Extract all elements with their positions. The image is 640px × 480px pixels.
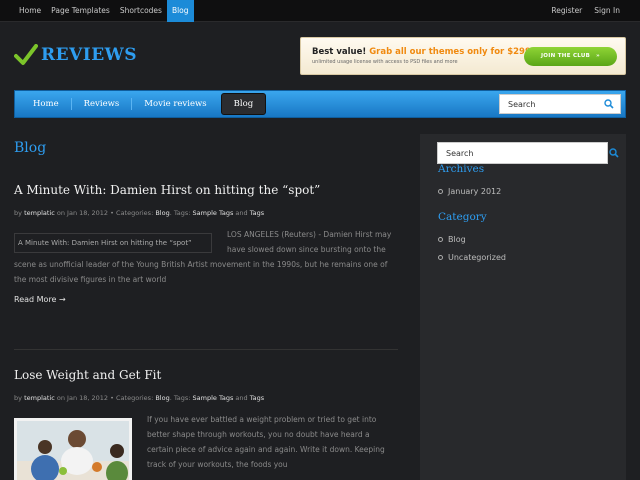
main-nav-items: Home Reviews Movie reviews Blog	[21, 91, 267, 117]
promo-headline: Best value! Grab all our themes only for…	[312, 47, 531, 57]
post-thumbnail-image[interactable]	[14, 418, 132, 480]
main-nav: Home Reviews Movie reviews Blog Search	[14, 90, 626, 118]
post-meta: by templatic on Jan 18, 2012 • Categorie…	[14, 394, 398, 402]
search-icon[interactable]	[604, 99, 614, 109]
main-nav-reviews[interactable]: Reviews	[72, 98, 133, 110]
post-meta-and: and	[235, 209, 248, 217]
promo-subline: unlimited usage license with access to P…	[312, 59, 458, 65]
read-more-link[interactable]: Read More →	[14, 295, 398, 304]
category-link-label: Blog	[448, 235, 466, 244]
top-nav-page-templates[interactable]: Page Templates	[46, 0, 115, 22]
post-excerpt-text: If you have ever battled a weight proble…	[147, 415, 385, 469]
promo-banner[interactable]: Best value! Grab all our themes only for…	[300, 37, 626, 75]
account-links: Register Sign In	[545, 0, 626, 22]
sidebar-search-placeholder: Search	[446, 149, 474, 158]
post-tag-link[interactable]: Tags	[250, 209, 264, 217]
family-photo	[17, 421, 129, 480]
post-author-link[interactable]: templatic	[24, 209, 55, 217]
top-bar: Home Page Templates Shortcodes Blog Regi…	[0, 0, 640, 22]
archive-link[interactable]: January 2012	[438, 187, 501, 196]
post-article: Lose Weight and Get Fit by templatic on …	[14, 368, 398, 480]
category-link[interactable]: Blog	[438, 235, 466, 244]
post-meta-tags-label: . Tags:	[169, 394, 191, 402]
sign-in-link[interactable]: Sign In	[588, 0, 626, 22]
post-category-link[interactable]: Blog	[155, 394, 169, 402]
post-title[interactable]: A Minute With: Damien Hirst on hitting t…	[14, 183, 398, 197]
post-meta-date: on Jan 18, 2012 • Categories:	[56, 394, 154, 402]
post-excerpt: A Minute With: Damien Hirst on hitting t…	[14, 227, 398, 287]
post-meta-and: and	[235, 394, 248, 402]
search-icon[interactable]	[609, 148, 619, 158]
post-meta-by: by	[14, 209, 22, 217]
join-club-label: JOIN THE CLUB	[540, 53, 591, 59]
promo-headline-highlight: Grab all our themes only for $299	[369, 47, 531, 57]
post-image-placeholder[interactable]: A Minute With: Damien Hirst on hitting t…	[14, 233, 212, 253]
post-divider	[14, 349, 398, 350]
main-nav-home[interactable]: Home	[21, 98, 72, 110]
sidebar-search-input[interactable]: Search	[437, 142, 619, 164]
post-meta: by templatic on Jan 18, 2012 • Categorie…	[14, 209, 398, 217]
post-article: A Minute With: Damien Hirst on hitting t…	[14, 183, 398, 304]
post-title[interactable]: Lose Weight and Get Fit	[14, 368, 398, 382]
bullet-icon	[438, 237, 443, 242]
sidebar: Search Archives January 2012 Category Bl…	[420, 134, 626, 480]
post-excerpt: If you have ever battled a weight proble…	[14, 412, 398, 480]
site-logo[interactable]: REVIEWS	[14, 44, 137, 66]
post-meta-by: by	[14, 394, 22, 402]
promo-headline-prefix: Best value!	[312, 47, 367, 57]
post-meta-date: on Jan 18, 2012 • Categories:	[56, 209, 154, 217]
join-club-button[interactable]: JOIN THE CLUB »	[524, 47, 617, 66]
top-nav-home[interactable]: Home	[14, 0, 46, 22]
site-name: REVIEWS	[41, 45, 138, 65]
bullet-icon	[438, 255, 443, 260]
page-title: Blog	[14, 140, 47, 156]
nav-search-placeholder: Search	[508, 100, 536, 109]
top-nav-blog[interactable]: Blog	[166, 0, 194, 22]
top-nav: Home Page Templates Shortcodes Blog	[14, 0, 194, 22]
register-link[interactable]: Register	[545, 0, 588, 22]
top-nav-shortcodes[interactable]: Shortcodes	[115, 0, 167, 22]
post-tag-link[interactable]: Sample Tags	[193, 394, 234, 402]
checkmark-icon	[14, 44, 38, 65]
double-arrow-icon: »	[596, 53, 601, 59]
category-heading: Category	[438, 211, 487, 223]
archives-heading: Archives	[438, 163, 485, 175]
post-tag-link[interactable]: Sample Tags	[193, 209, 234, 217]
category-link[interactable]: Uncategorized	[438, 253, 506, 262]
bullet-icon	[438, 189, 443, 194]
archive-link-label: January 2012	[448, 187, 502, 196]
category-link-label: Uncategorized	[448, 253, 506, 262]
post-tag-link[interactable]: Tags	[250, 394, 264, 402]
main-nav-movie-reviews[interactable]: Movie reviews	[132, 98, 218, 110]
post-meta-tags-label: . Tags:	[169, 209, 191, 217]
nav-search-input[interactable]: Search	[499, 94, 621, 114]
post-category-link[interactable]: Blog	[155, 209, 169, 217]
post-author-link[interactable]: templatic	[24, 394, 55, 402]
main-nav-blog[interactable]: Blog	[220, 93, 267, 115]
